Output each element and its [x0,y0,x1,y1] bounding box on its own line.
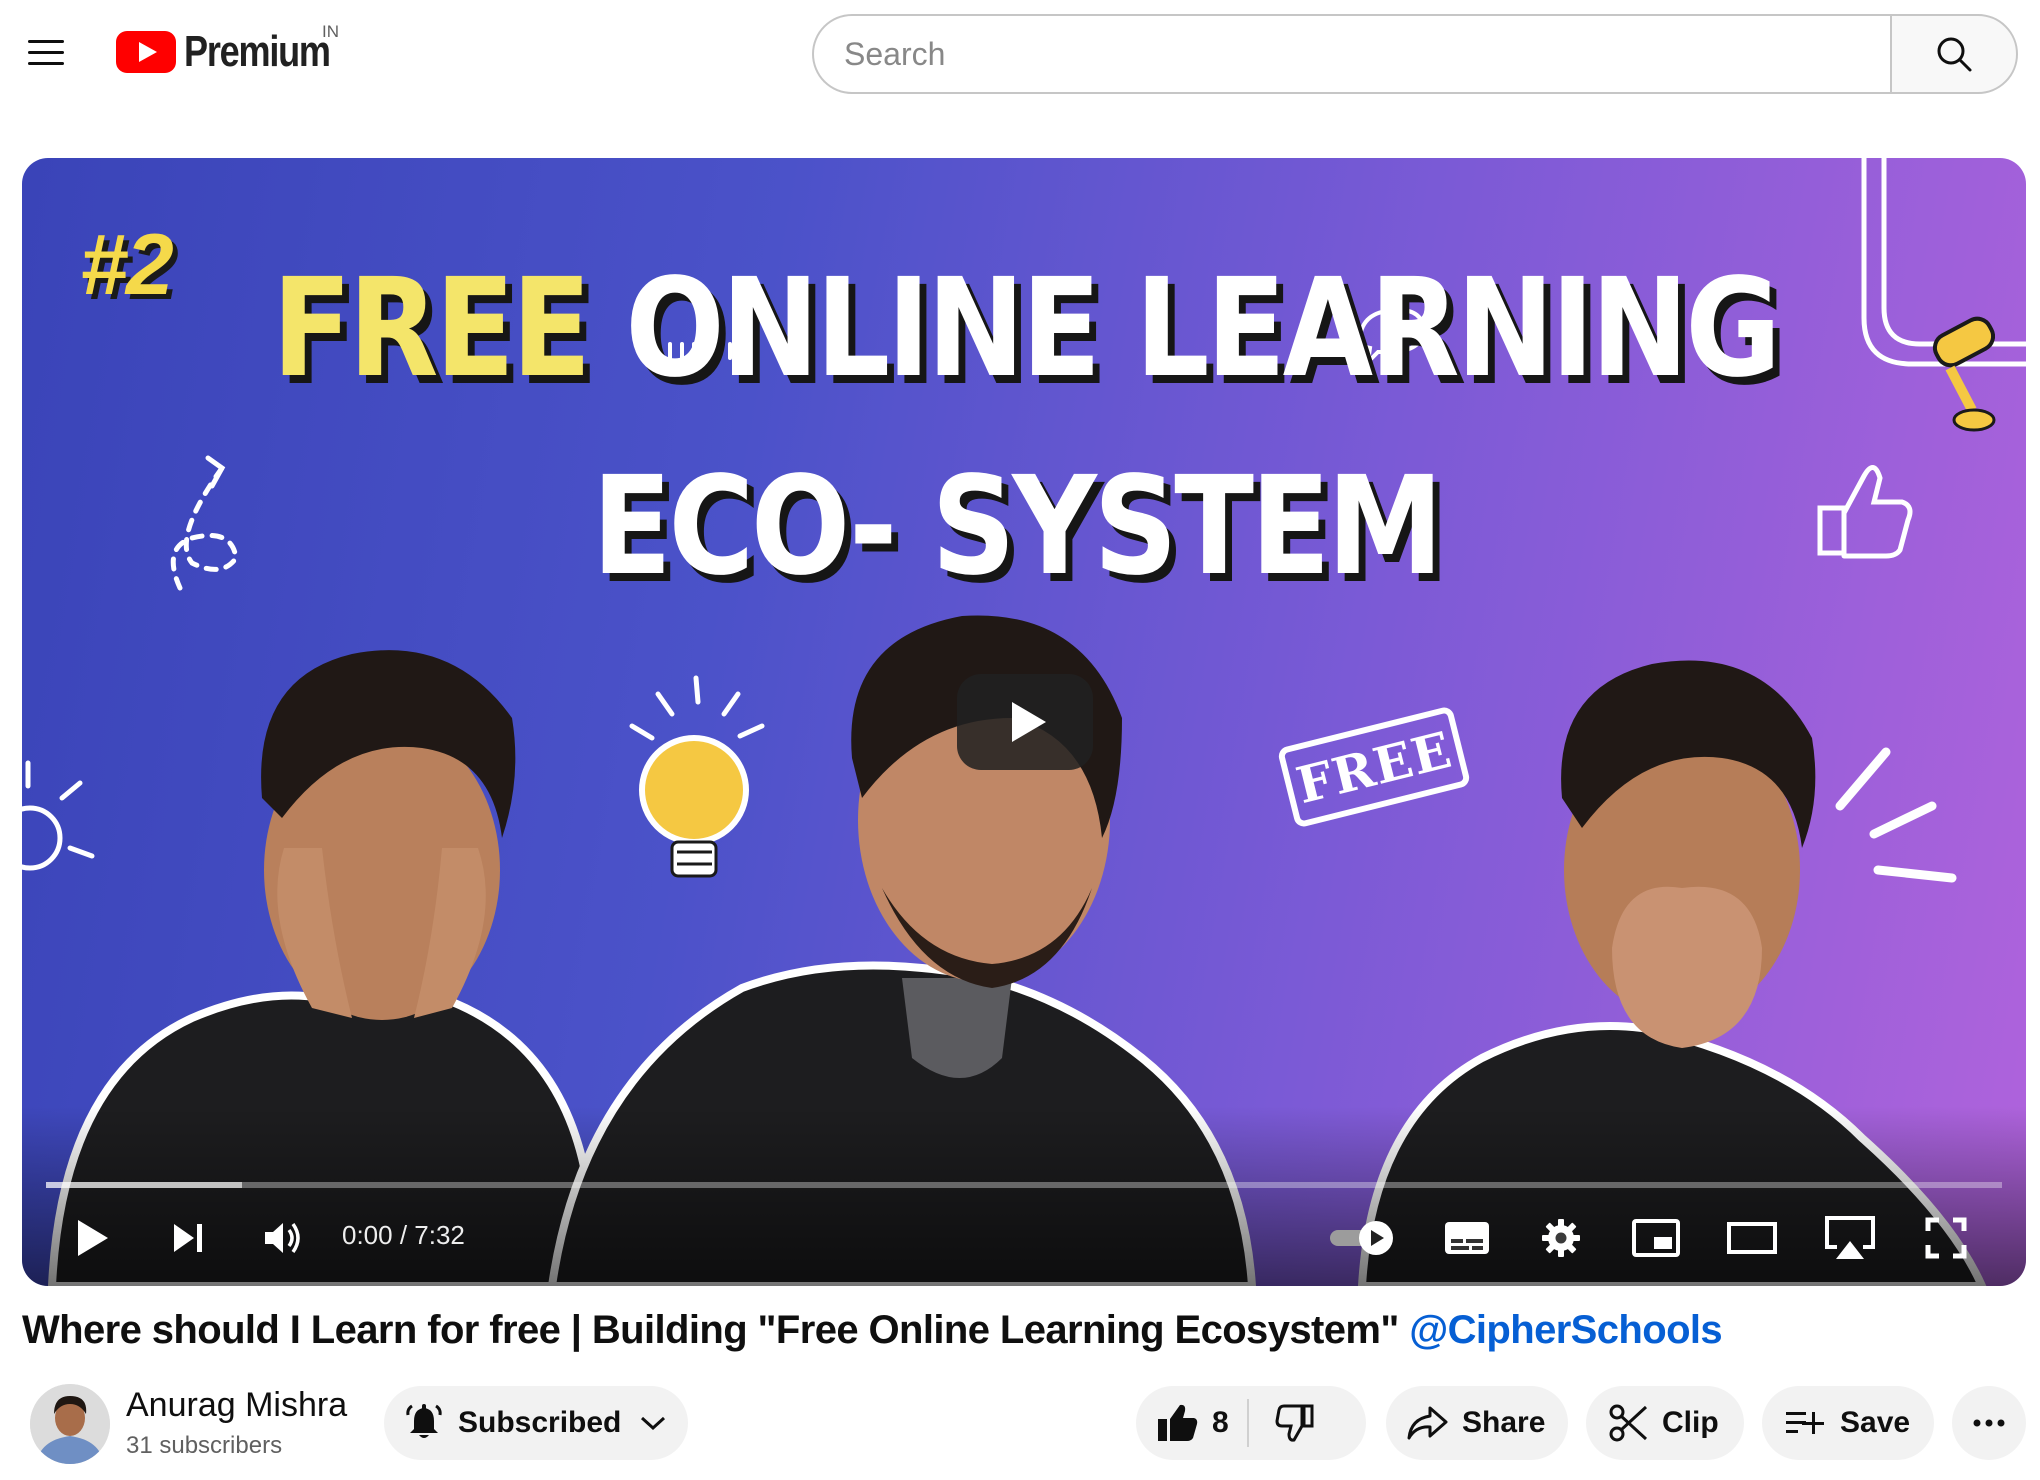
subtitles-button[interactable] [1442,1210,1492,1266]
thumbnail-headline-line2: ECO- SYSTEM [592,448,1443,606]
share-label: Share [1462,1406,1546,1439]
more-actions-button[interactable] [1952,1386,2026,1460]
scissors-icon [1609,1404,1648,1442]
clip-label: Clip [1662,1406,1719,1439]
like-count: 8 [1212,1406,1229,1439]
volume-icon [265,1222,300,1254]
miniplayer-button[interactable] [1630,1210,1682,1266]
thumbnail-headline-line1: FREE ONLINE LEARNING [272,250,1781,408]
gear-icon [1542,1219,1580,1257]
theater-mode-icon [1727,1222,1777,1254]
play-icon [78,1220,108,1256]
theater-mode-button[interactable] [1726,1210,1778,1266]
progress-bar[interactable] [46,1182,2002,1188]
more-horizontal-icon [1973,1419,2005,1427]
search-input[interactable] [812,14,1890,94]
search-icon [1937,37,1972,72]
cast-button[interactable] [1822,1210,1878,1266]
share-button[interactable]: Share [1386,1386,1568,1460]
menu-icon[interactable] [24,36,68,70]
episode-badge: #2 [80,217,174,313]
autoplay-toggle[interactable] [1328,1210,1398,1266]
subscribed-button[interactable]: Subscribed [384,1386,688,1460]
video-player[interactable]: #2 FREE ONLINE LEARNING ECO- SYSTEM FREE… [22,158,2026,1286]
subtitles-icon [1445,1222,1489,1254]
thumbs-down-icon [1275,1404,1314,1442]
channel-avatar[interactable] [30,1384,110,1464]
save-button[interactable]: Save [1762,1386,1934,1460]
save-label: Save [1840,1406,1911,1439]
airplay-icon [1825,1216,1875,1259]
logo-text: Premium [184,27,331,76]
like-button[interactable]: 8 [1136,1386,1247,1460]
fullscreen-icon [1925,1217,1967,1259]
like-dislike-group: 8 [1136,1386,1366,1460]
share-icon [1407,1406,1448,1440]
save-to-playlist-icon [1786,1412,1824,1434]
fullscreen-button[interactable] [1920,1210,1972,1266]
region-code: IN [322,22,339,41]
owner-row: Anurag Mishra 31 subscribers Subscribed [22,1378,722,1478]
autoplay-toggle-icon [1330,1221,1393,1255]
search-bar [812,14,2018,94]
settings-button[interactable] [1536,1210,1586,1266]
volume-button[interactable] [258,1210,308,1266]
notification-bell-icon [406,1404,442,1438]
thumbnail-headline-rest: ONLINE LEARNING [625,250,1781,408]
masthead: Premium IN [0,0,2040,110]
large-play-button[interactable] [957,674,1093,770]
thumbs-up-icon [1158,1404,1198,1441]
next-button[interactable] [164,1210,212,1266]
subscriber-count: 31 subscribers [126,1432,283,1459]
time-display: 0:00 / 7:32 [342,1220,465,1250]
channel-mention-link[interactable]: @CipherSchools [1409,1308,1722,1352]
video-title-text: Where should I Learn for free | Building… [22,1308,1410,1352]
video-title: Where should I Learn for free | Building… [22,1308,1723,1353]
thumbnail-headline-highlight: FREE [272,250,591,408]
chevron-down-icon [641,1416,666,1431]
buffered-bar [46,1182,242,1188]
youtube-play-logo-icon [116,31,176,73]
subscribed-label: Subscribed [458,1406,622,1439]
miniplayer-icon [1632,1219,1680,1257]
avatar-illustration [30,1384,110,1464]
channel-name[interactable]: Anurag Mishra [126,1386,347,1425]
dislike-button[interactable] [1249,1386,1335,1460]
skip-next-icon [174,1224,202,1252]
search-button[interactable] [1890,14,2018,94]
play-button[interactable] [68,1210,116,1266]
clip-button[interactable]: Clip [1586,1386,1744,1460]
